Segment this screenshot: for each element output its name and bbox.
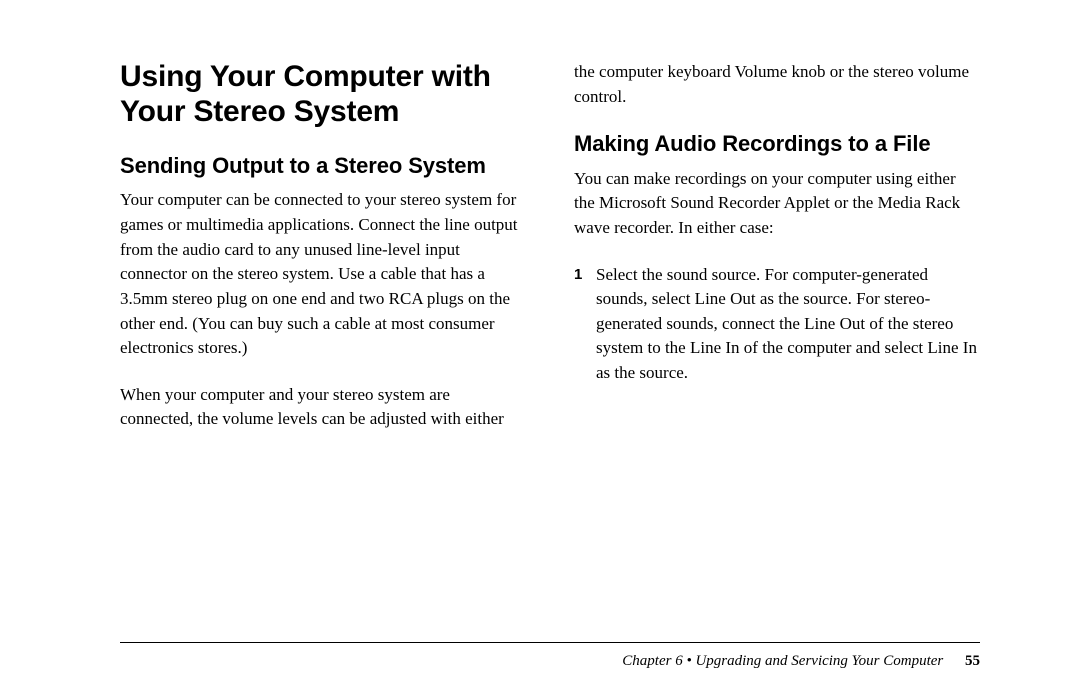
numbered-step: 1 Select the sound source. For computer-… [574, 263, 980, 386]
section-heading-making-recordings: Making Audio Recordings to a File [574, 131, 980, 156]
page-number: 55 [965, 653, 980, 669]
chapter-label: Chapter 6 • Upgrading and Servicing Your… [622, 653, 943, 669]
step-number: 1 [574, 263, 596, 386]
page-footer: Chapter 6 • Upgrading and Servicing Your… [120, 642, 980, 670]
paragraph: Your computer can be connected to your s… [120, 188, 526, 360]
main-heading: Using Your Computer with Your Stereo Sys… [120, 60, 526, 129]
footer-divider [120, 642, 980, 643]
paragraph: You can make recordings on your computer… [574, 167, 980, 241]
step-text: Select the sound source. For computer-ge… [596, 263, 980, 386]
text-columns: Using Your Computer with Your Stereo Sys… [120, 60, 980, 620]
footer-text: Chapter 6 • Upgrading and Servicing Your… [120, 653, 980, 670]
section-heading-sending-output: Sending Output to a Stereo System [120, 153, 526, 178]
document-page: Using Your Computer with Your Stereo Sys… [0, 0, 1080, 698]
